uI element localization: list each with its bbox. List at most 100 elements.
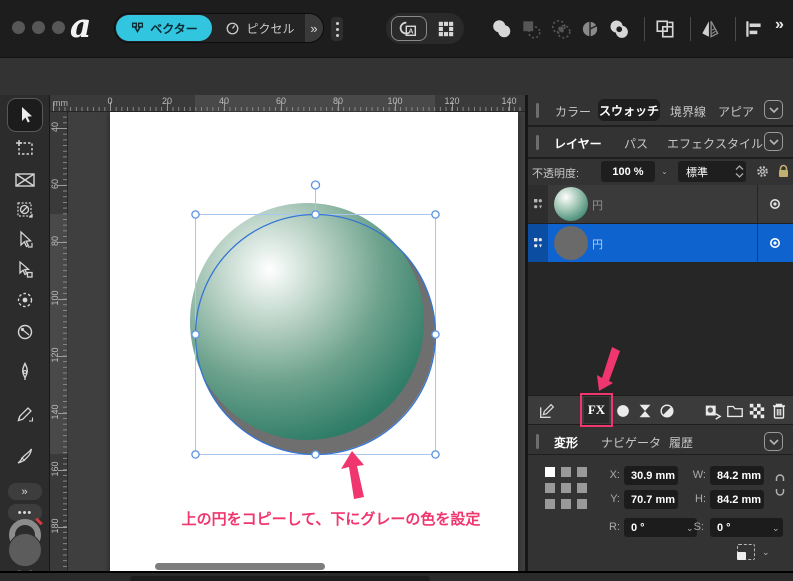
mask-layer-icon[interactable] <box>612 399 634 423</box>
move-tool[interactable] <box>7 98 43 132</box>
boolean-intersect-button[interactable] <box>549 17 573 41</box>
y-input[interactable]: 70.7 mm <box>624 490 678 509</box>
swatches-tab-row: カラー スウォッチ 境界線 アピア <box>528 95 793 125</box>
r-label: R: <box>606 521 620 533</box>
horizontal-ruler[interactable]: mm 0 20 40 60 80 100 120 140 <box>50 95 525 112</box>
top-toolbar: a ベクター ピクセル » A <box>0 0 793 57</box>
anchor-point-selector[interactable] <box>545 467 587 509</box>
ruler-tick-label: 120 <box>441 96 463 106</box>
insert-inside-icon[interactable] <box>702 399 724 423</box>
layers-tab-row: レイヤー パス エフェク スタイル <box>528 127 793 157</box>
layer-thumbnail-sphere[interactable] <box>554 187 588 221</box>
ruler-tick-label: 20 <box>156 96 178 106</box>
tab-transform[interactable]: 変形 <box>554 434 578 451</box>
tab-navigator[interactable]: ナビゲータ <box>601 434 661 451</box>
fill-color-well[interactable] <box>8 533 42 567</box>
duplicate-transform-button[interactable] <box>653 17 677 41</box>
toolbar-overflow-button[interactable]: » <box>775 16 784 34</box>
transform-mode-icon[interactable] <box>737 544 755 560</box>
ruler-tick-label: 140 <box>498 96 520 106</box>
vertical-ruler[interactable]: 40 60 80 100 120 140 160 180 <box>50 112 68 581</box>
vector-crop-tool[interactable] <box>7 194 43 226</box>
opacity-dropdown[interactable]: ⌄ <box>658 161 671 182</box>
pencil-tool[interactable] <box>7 398 43 430</box>
layer-row-divider <box>757 224 758 262</box>
adjustment-layer-icon[interactable] <box>634 399 656 423</box>
window-zoom-button[interactable] <box>52 21 65 34</box>
ruler-tick-label: 40 <box>50 118 60 136</box>
tab-paths[interactable]: パス <box>624 135 648 152</box>
tab-history[interactable]: 履歴 <box>669 434 693 451</box>
transform-tab-row: 変形 ナビゲータ 履歴 <box>528 428 793 454</box>
tab-swatches[interactable]: スウォッチ <box>598 99 660 121</box>
new-group-folder-icon[interactable] <box>724 399 746 423</box>
flip-mirror-button[interactable] <box>698 17 722 41</box>
mesh-warp-tool[interactable] <box>7 164 43 196</box>
delete-trash-icon[interactable] <box>768 399 790 423</box>
link-dimensions-icon[interactable] <box>774 473 786 499</box>
ruler-tick-label: 100 <box>50 289 60 307</box>
affinity-logo: a <box>70 6 91 45</box>
new-layer-checkerboard-icon[interactable] <box>746 399 768 423</box>
tab-stroke[interactable]: 境界線 <box>670 103 706 120</box>
layer-visibility-eye-icon[interactable] <box>764 193 786 215</box>
layer-row-sphere[interactable]: 円 <box>528 185 793 223</box>
ruler-tick-label: 80 <box>327 96 349 106</box>
artboard-tool[interactable] <box>7 132 43 164</box>
tab-layers[interactable]: レイヤー <box>554 135 602 152</box>
tab-appearance[interactable]: アピア <box>718 103 754 120</box>
fill-gradient-tool[interactable] <box>7 316 43 348</box>
x-input[interactable]: 30.9 mm <box>624 466 678 485</box>
boolean-divide-button[interactable] <box>578 17 602 41</box>
boolean-add-button[interactable] <box>490 17 514 41</box>
layer-settings-gear-icon[interactable] <box>752 161 772 182</box>
layer-name: 円 <box>592 236 603 252</box>
layer-thumbnail-gray-circle[interactable] <box>554 226 588 260</box>
panel-collapse-button[interactable] <box>764 432 783 451</box>
pen-tool[interactable] <box>7 356 43 388</box>
assets-grid-button[interactable] <box>432 16 460 41</box>
ruler-tick-label: 100 <box>384 96 406 106</box>
live-filter-icon[interactable] <box>656 399 678 423</box>
ruler-unit-label: mm <box>53 98 68 108</box>
panel-drag-handle[interactable] <box>536 135 539 150</box>
pixel-persona-button[interactable]: ピクセル <box>218 15 302 41</box>
lock-children-icon[interactable] <box>774 161 792 182</box>
vector-persona-icon <box>130 21 145 36</box>
node-tool[interactable] <box>7 224 43 256</box>
annotation-text: 上の円をコピーして、下にグレーの色を設定 <box>156 508 506 529</box>
tab-styles[interactable]: スタイル <box>715 135 763 152</box>
panel-collapse-button[interactable] <box>764 132 783 151</box>
tools-panel: » ••• <box>0 95 50 581</box>
layer-visibility-eye-icon[interactable] <box>764 232 786 254</box>
canvas-viewport[interactable]: 上の円をコピーして、下にグレーの色を設定 <box>68 112 525 581</box>
alignment-button[interactable] <box>742 17 766 41</box>
tab-color[interactable]: カラー <box>555 103 591 120</box>
toolbar-menu-button[interactable] <box>331 17 343 41</box>
panel-drag-handle[interactable] <box>536 103 539 118</box>
shear-dropdown[interactable]: ⌄ <box>772 523 780 534</box>
boolean-xor-button[interactable] <box>607 17 631 41</box>
panel-drag-handle[interactable] <box>536 434 539 449</box>
h-input[interactable]: 84.2 mm <box>710 490 764 509</box>
w-input[interactable]: 84.2 mm <box>710 466 764 485</box>
vector-brush-tool[interactable] <box>7 440 43 472</box>
transparency-tool[interactable] <box>7 284 43 316</box>
point-transform-tool[interactable] <box>7 254 43 286</box>
horizontal-scrollbar[interactable] <box>155 563 325 570</box>
tools-expand-button[interactable]: » <box>8 483 42 500</box>
edit-layer-icon[interactable] <box>536 399 558 423</box>
blend-mode-spinner[interactable] <box>735 165 744 178</box>
transform-mode-dropdown[interactable]: ⌄ <box>762 547 770 558</box>
ruler-tick-label: 80 <box>50 232 60 250</box>
window-close-button[interactable] <box>12 21 25 34</box>
edit-all-layers-button[interactable]: A <box>391 16 427 41</box>
layer-row-gray-circle[interactable]: 円 <box>528 224 793 262</box>
vector-persona-button[interactable]: ベクター <box>116 15 212 41</box>
opacity-input[interactable]: 100 % <box>601 161 655 182</box>
tab-effects[interactable]: エフェク <box>667 135 715 152</box>
window-minimize-button[interactable] <box>32 21 45 34</box>
panel-collapse-button[interactable] <box>764 100 783 119</box>
ruler-tick-label: 60 <box>50 175 60 193</box>
boolean-subtract-button[interactable] <box>519 17 543 41</box>
